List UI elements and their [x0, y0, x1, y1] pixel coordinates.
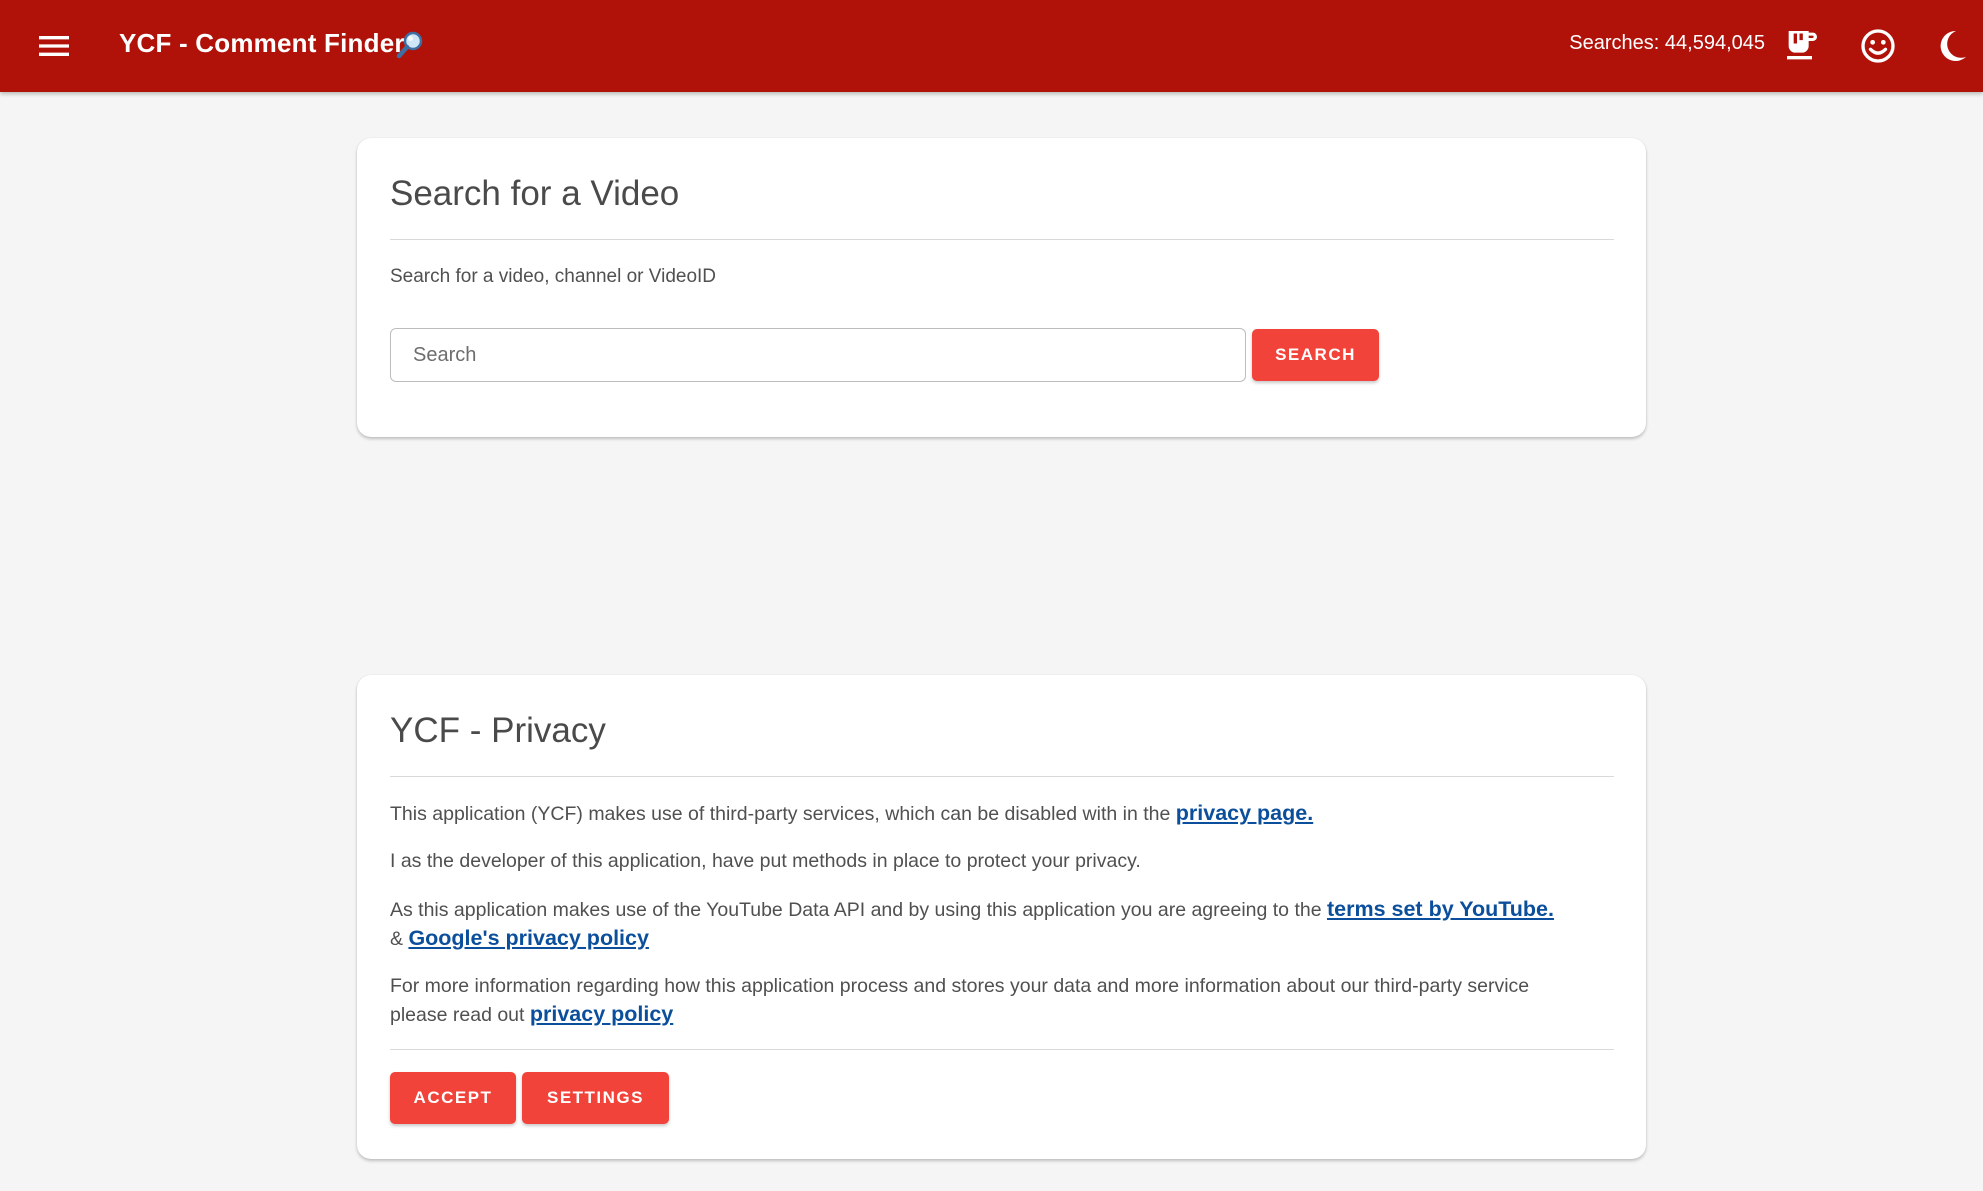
search-subtitle: Search for a video, channel or VideoID [390, 266, 717, 287]
divider [390, 1049, 1614, 1050]
privacy-card-title: YCF - Privacy [390, 711, 606, 750]
divider [390, 776, 1614, 777]
magnifier-icon [394, 29, 426, 61]
youtube-terms-link[interactable]: terms set by YouTube. [1327, 897, 1554, 921]
app-title[interactable]: YCF - Comment Finder [119, 28, 405, 59]
menu-icon[interactable] [34, 26, 74, 66]
search-button[interactable]: SEARCH [1252, 329, 1379, 381]
moon-icon[interactable] [1931, 26, 1971, 66]
privacy-card: YCF - Privacy This application (YCF) mak… [357, 675, 1646, 1159]
google-privacy-policy-link[interactable]: Google's privacy policy [408, 926, 649, 950]
paragraph-text: As this application makes use of the You… [390, 899, 1327, 921]
paragraph-text: This application (YCF) makes use of thir… [390, 803, 1176, 825]
privacy-paragraph-3: As this application makes use of the You… [390, 895, 1570, 953]
smiley-icon[interactable] [1858, 26, 1898, 66]
search-card-title: Search for a Video [390, 174, 680, 213]
divider [390, 239, 1614, 240]
search-count: Searches: 44,594,045 [1569, 32, 1765, 54]
privacy-paragraph-4: For more information regarding how this … [390, 972, 1570, 1029]
paragraph-text: & [390, 928, 409, 950]
coffee-icon[interactable] [1782, 26, 1822, 66]
privacy-policy-link[interactable]: privacy policy [530, 1002, 673, 1026]
settings-button[interactable]: SETTINGS [522, 1072, 669, 1124]
search-card: Search for a Video Search for a video, c… [357, 138, 1646, 437]
accept-button[interactable]: ACCEPT [390, 1072, 516, 1124]
privacy-paragraph-1: This application (YCF) makes use of thir… [390, 799, 1570, 828]
privacy-paragraph-2: I as the developer of this application, … [390, 850, 1141, 872]
privacy-page-link[interactable]: privacy page. [1176, 801, 1313, 825]
app-bar: YCF - Comment Finder Searches: 44,594,04… [0, 0, 1983, 92]
search-input[interactable] [390, 328, 1246, 382]
